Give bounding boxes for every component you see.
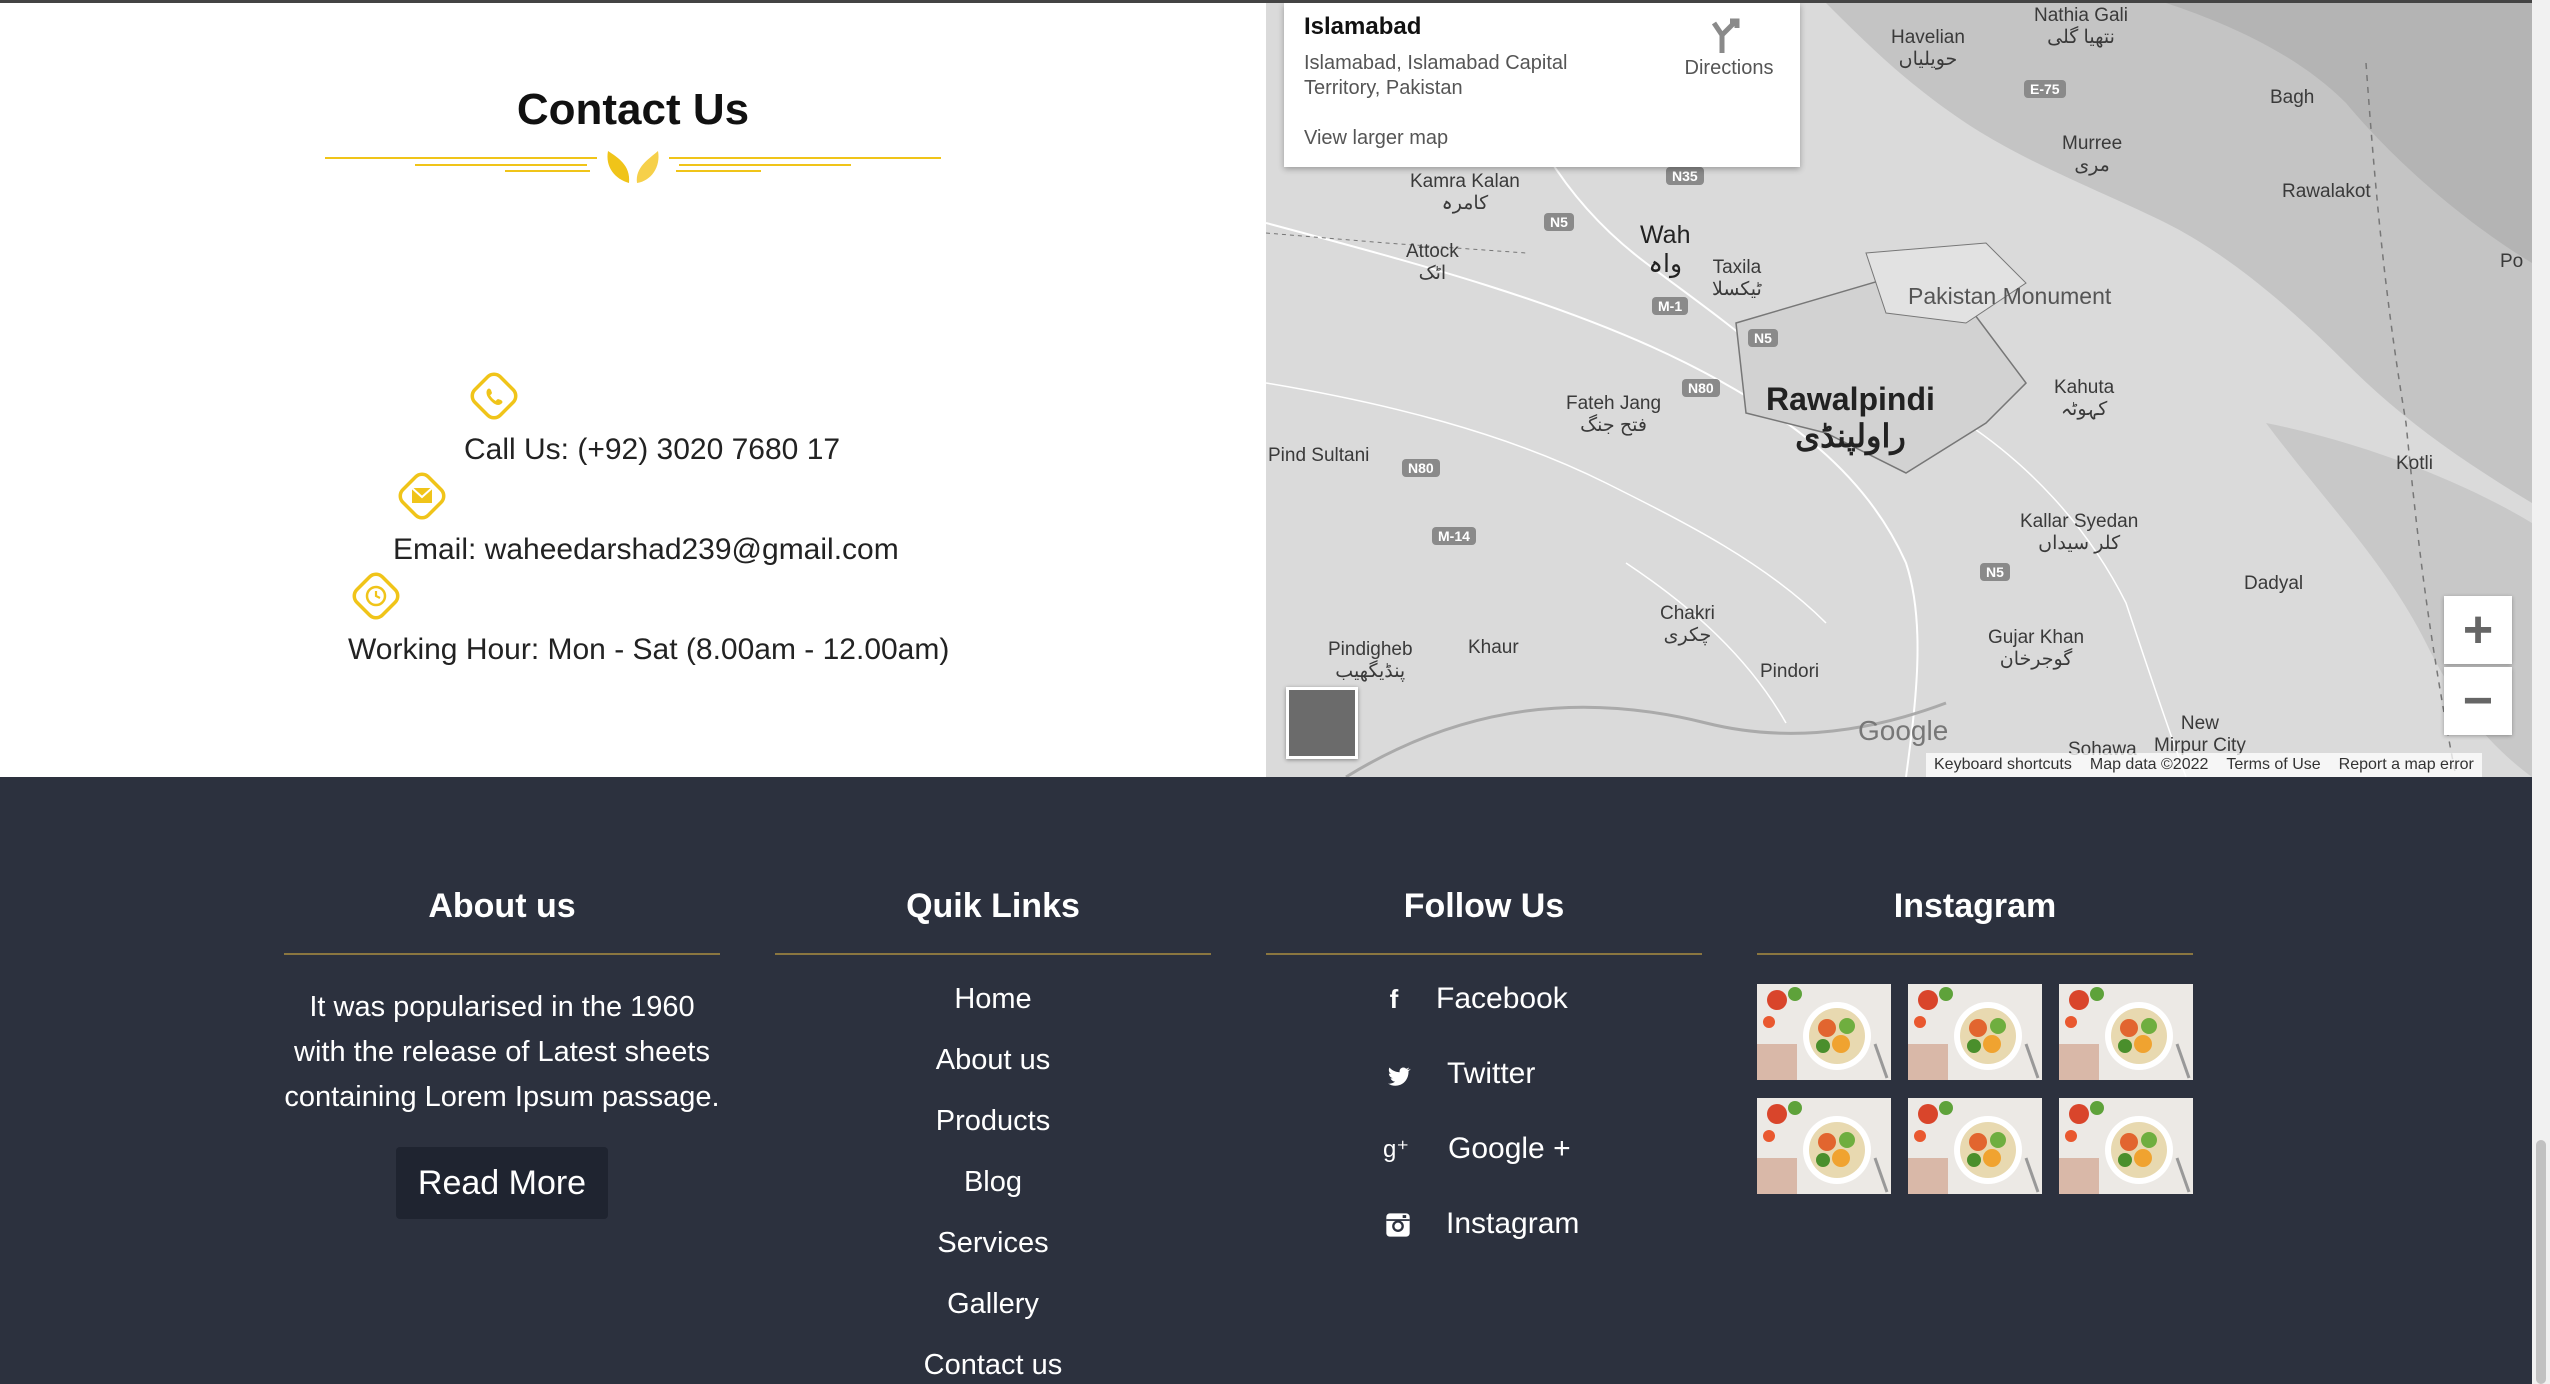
map-label-kahuta: Kahuta کہوٹہ bbox=[2054, 377, 2115, 420]
map-label-taxila: Taxila ٹیکسلا bbox=[1712, 257, 1762, 300]
footer-follow-title: Follow Us bbox=[1403, 887, 1565, 925]
follow-google-plus-link[interactable]: Google + bbox=[1448, 1132, 1571, 1166]
zoom-out-button[interactable]: − bbox=[2444, 667, 2512, 735]
map-info-card: Islamabad Islamabad, Islamabad Capital T… bbox=[1284, 3, 1800, 167]
road-badge: N35 bbox=[1666, 167, 1704, 185]
column-divider bbox=[1266, 953, 1702, 955]
zoom-in-button[interactable]: + bbox=[2444, 596, 2512, 664]
road-badge: M-14 bbox=[1432, 527, 1476, 545]
map-place-title: Islamabad bbox=[1304, 13, 1422, 40]
follow-facebook-link[interactable]: Facebook bbox=[1436, 982, 1568, 1016]
terms-of-use-link[interactable]: Terms of Use bbox=[2226, 756, 2320, 774]
map-label-rawalpindi: Rawalpindi راولپنڈی bbox=[1766, 381, 1935, 454]
map-label-kamra-kalan: Kamra Kalan کامرہ bbox=[1410, 171, 1520, 214]
road-badge: N5 bbox=[1980, 563, 2010, 581]
road-badge: E-75 bbox=[2024, 80, 2066, 98]
map-label-chakri: Chakri چکری bbox=[1660, 603, 1715, 646]
column-divider bbox=[1757, 953, 2193, 955]
road-badge: N80 bbox=[1682, 379, 1720, 397]
leaf-divider-icon bbox=[325, 151, 941, 183]
footer-link-services[interactable]: Services bbox=[775, 1227, 1211, 1260]
map-label-kallar-syedan: Kallar Syedan کلر سیداں bbox=[2020, 511, 2139, 554]
clock-icon bbox=[352, 572, 400, 620]
map-label-khaur: Khaur bbox=[1468, 637, 1519, 658]
map-label-murree: Murree مری bbox=[2062, 133, 2123, 176]
contact-section: Contact Us Call Us: (+92) 3020 7680 17 E… bbox=[0, 3, 1266, 777]
map-label-rawalakot: Rawalakot bbox=[2282, 181, 2371, 202]
footer-link-gallery[interactable]: Gallery bbox=[775, 1288, 1211, 1321]
keyboard-shortcuts-link[interactable]: Keyboard shortcuts bbox=[1934, 756, 2072, 774]
instagram-photo[interactable] bbox=[1757, 984, 1891, 1080]
map-label-wah: Wah واہ bbox=[1640, 221, 1691, 278]
map-label-attock: Attock اٹک bbox=[1406, 241, 1459, 284]
map-place-address: Islamabad, Islamabad Capital Territory, … bbox=[1304, 52, 1568, 99]
map-label-gujar-khan: Gujar Khan گوجرخان bbox=[1988, 627, 2085, 670]
footer-about-title: About us bbox=[428, 887, 576, 925]
map-attribution-bar: Keyboard shortcuts Map data ©2022 Terms … bbox=[1926, 753, 2482, 777]
instagram-photo[interactable] bbox=[2059, 984, 2193, 1080]
map-label-new-mirpur-city: New Mirpur City bbox=[2154, 713, 2246, 756]
contact-email: Email: waheedarshad239@gmail.com bbox=[393, 533, 899, 566]
footer-link-blog[interactable]: Blog bbox=[775, 1166, 1211, 1199]
footer-link-home[interactable]: Home bbox=[775, 983, 1211, 1016]
page-scrollbar[interactable] bbox=[2532, 0, 2550, 1384]
contact-title: Contact Us bbox=[516, 85, 750, 134]
footer-link-contact[interactable]: Contact us bbox=[775, 1349, 1211, 1382]
road-badge: M-1 bbox=[1652, 297, 1689, 315]
follow-instagram-link[interactable]: Instagram bbox=[1446, 1207, 1579, 1241]
map-label-pindigheb: Pindigheb پنڈیگھیب bbox=[1328, 639, 1413, 682]
google-logo: Google bbox=[1858, 715, 1949, 746]
instagram-photo[interactable] bbox=[1908, 1098, 2042, 1194]
follow-twitter-link[interactable]: Twitter bbox=[1447, 1057, 1535, 1091]
footer-link-about[interactable]: About us bbox=[775, 1044, 1211, 1077]
satellite-toggle-thumbnail[interactable] bbox=[1286, 687, 1358, 759]
map-label-fateh-jang: Fateh Jang فتح جنگ bbox=[1566, 393, 1662, 436]
map-label-dadyal: Dadyal bbox=[2244, 573, 2304, 594]
instagram-icon[interactable] bbox=[1384, 1211, 1412, 1239]
road-badge: N5 bbox=[1748, 329, 1778, 347]
map-label-pind-sultani: Pind Sultani bbox=[1268, 445, 1370, 466]
footer-links-title: Quik Links bbox=[906, 887, 1080, 925]
map-label-havelian: Havelian حویلیاں bbox=[1891, 27, 1965, 70]
view-larger-map-link[interactable]: View larger map bbox=[1304, 127, 1448, 150]
column-divider bbox=[775, 953, 1211, 955]
map-label-pindori: Pindori bbox=[1760, 661, 1820, 682]
road-badge: N5 bbox=[1544, 213, 1574, 231]
envelope-icon bbox=[398, 472, 446, 520]
instagram-photo[interactable] bbox=[1908, 984, 2042, 1080]
instagram-photo[interactable] bbox=[1757, 1098, 1891, 1194]
phone-icon bbox=[470, 372, 518, 420]
map-label-bagh: Bagh bbox=[2270, 87, 2315, 108]
directions-button[interactable]: Directions bbox=[1674, 13, 1784, 80]
map-label-po: Po bbox=[2500, 251, 2524, 272]
site-footer: About us It was popularised in the 1960 … bbox=[0, 777, 2532, 1384]
footer-link-products[interactable]: Products bbox=[775, 1105, 1211, 1138]
directions-icon bbox=[1711, 18, 1740, 53]
column-divider bbox=[284, 953, 720, 955]
contact-hours: Working Hour: Mon - Sat (8.00am - 12.00a… bbox=[348, 633, 950, 666]
instagram-gallery bbox=[1757, 984, 2193, 1194]
instagram-photo[interactable] bbox=[2059, 1098, 2193, 1194]
contact-phone: Call Us: (+92) 3020 7680 17 bbox=[464, 433, 841, 466]
read-more-button[interactable]: Read More bbox=[396, 1147, 608, 1219]
embedded-map[interactable]: Havelian حویلیاں Nathia Gali نتھیا گلی B… bbox=[1266, 3, 2532, 777]
map-data-credit: Map data ©2022 bbox=[2089, 756, 2209, 773]
facebook-icon[interactable]: f bbox=[1380, 984, 1408, 1014]
footer-instagram-title: Instagram bbox=[1893, 887, 2057, 925]
footer-about-text: It was popularised in the 1960 with the … bbox=[284, 991, 720, 1113]
report-map-error-link[interactable]: Report a map error bbox=[2339, 756, 2474, 774]
map-label-pakistan-monument: Pakistan Monument bbox=[1908, 283, 2112, 309]
scrollbar-thumb[interactable] bbox=[2536, 1140, 2546, 1384]
directions-label: Directions bbox=[1684, 57, 1774, 79]
map-label-kotli: Kotli bbox=[2396, 453, 2433, 474]
map-label-nathia-gali: Nathia Gali نتھیا گلی bbox=[2034, 5, 2128, 48]
road-badge: N80 bbox=[1402, 459, 1440, 477]
twitter-icon[interactable] bbox=[1384, 1063, 1412, 1091]
google-plus-icon[interactable]: g⁺ bbox=[1382, 1135, 1410, 1163]
